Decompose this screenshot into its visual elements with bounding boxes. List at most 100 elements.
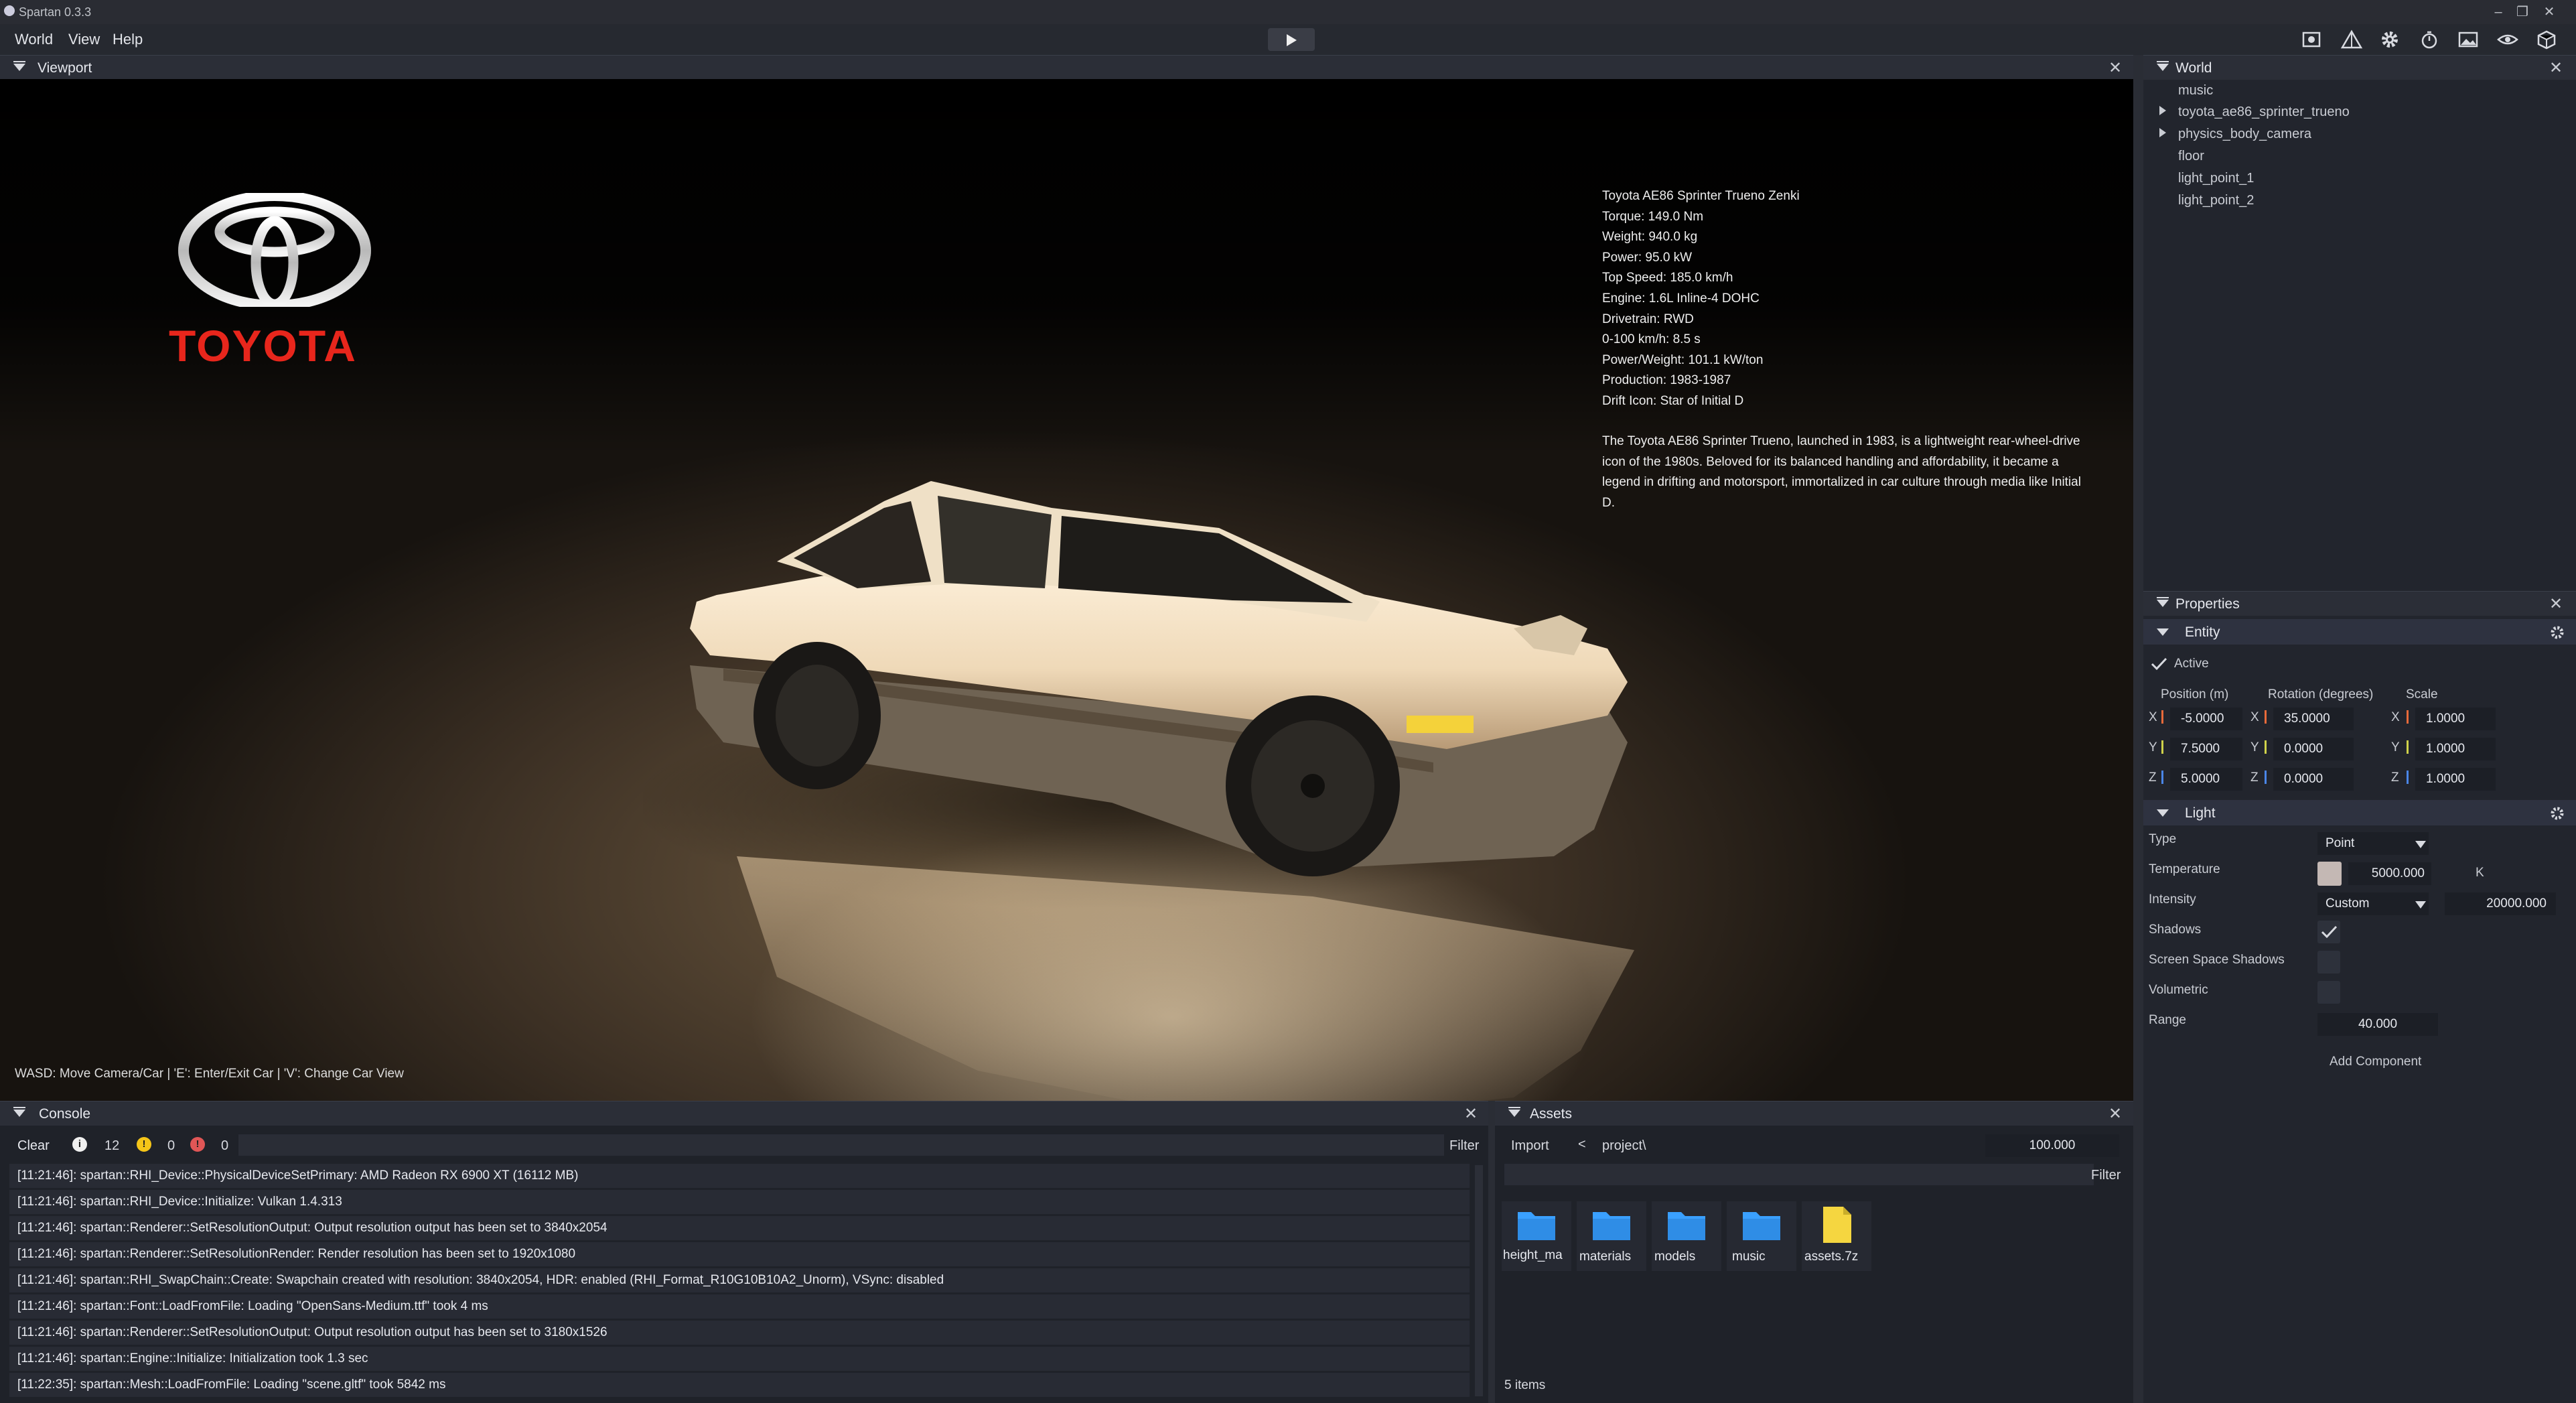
console-line[interactable]: [11:21:46]: spartan::Engine::Initialize:… bbox=[9, 1347, 1470, 1371]
warning-icon[interactable]: ! bbox=[137, 1137, 151, 1152]
tree-item-light-2[interactable]: light_point_2 bbox=[2178, 193, 2254, 208]
spec-line: Weight: 940.0 kg bbox=[1602, 230, 1698, 245]
expand-arrow-icon[interactable] bbox=[2159, 106, 2166, 115]
cube-icon[interactable] bbox=[2535, 29, 2558, 50]
temperature-input[interactable]: 5000.000 bbox=[2348, 862, 2431, 885]
asset-item[interactable]: models bbox=[1652, 1201, 1721, 1271]
close-icon[interactable]: ✕ bbox=[1464, 1104, 1478, 1124]
rotation-z-input[interactable]: 0.0000 bbox=[2273, 768, 2354, 791]
clear-button[interactable]: Clear bbox=[17, 1138, 50, 1154]
intensity-input[interactable]: 20000.000 bbox=[2445, 892, 2556, 915]
car-specs: Toyota AE86 Sprinter Trueno Zenki Torque… bbox=[1602, 186, 1800, 412]
splitter[interactable] bbox=[1488, 1101, 1495, 1403]
scale-z-input[interactable]: 1.0000 bbox=[2415, 768, 2496, 791]
light-type-select[interactable]: Point bbox=[2317, 832, 2429, 855]
scale-y-input[interactable]: 1.0000 bbox=[2415, 738, 2496, 760]
back-button[interactable]: < bbox=[1578, 1137, 1586, 1152]
range-label: Range bbox=[2149, 1013, 2186, 1027]
position-y-input[interactable]: 7.5000 bbox=[2170, 738, 2242, 760]
play-button[interactable] bbox=[1268, 28, 1315, 51]
gear-icon[interactable] bbox=[2549, 805, 2565, 821]
console-line[interactable]: [11:21:46]: spartan::Renderer::SetResolu… bbox=[9, 1216, 1470, 1240]
position-x-input[interactable]: -5.0000 bbox=[2170, 708, 2242, 730]
menu-world[interactable]: World bbox=[15, 31, 53, 48]
shadows-label: Shadows bbox=[2149, 923, 2202, 937]
temperature-color-swatch[interactable] bbox=[2317, 862, 2342, 886]
gear-icon[interactable] bbox=[2549, 624, 2565, 641]
close-icon[interactable]: ✕ bbox=[2108, 1104, 2122, 1124]
scale-x-input[interactable]: 1.0000 bbox=[2415, 708, 2496, 730]
properties-header: Properties ✕ bbox=[2143, 591, 2576, 616]
assets-filter-input[interactable] bbox=[1504, 1164, 2094, 1185]
asset-item[interactable]: assets.7z bbox=[1802, 1201, 1871, 1271]
splitter[interactable] bbox=[2133, 55, 2143, 1403]
spec-line: Production: 1983-1987 bbox=[1602, 373, 1731, 388]
entity-title: Entity bbox=[2185, 624, 2220, 640]
axis-z-label: Z bbox=[2391, 771, 2399, 785]
error-icon[interactable]: ! bbox=[190, 1137, 205, 1152]
screenshot-icon[interactable] bbox=[2300, 29, 2323, 50]
asset-path[interactable]: project\ bbox=[1602, 1138, 1646, 1154]
rotation-x-input[interactable]: 35.0000 bbox=[2273, 708, 2354, 730]
console-line[interactable]: [11:21:46]: spartan::RHI_Device::Physica… bbox=[9, 1164, 1470, 1188]
entity-section-header[interactable]: Entity bbox=[2143, 619, 2576, 645]
ss-shadows-checkbox[interactable] bbox=[2317, 951, 2340, 974]
gear-icon[interactable] bbox=[2378, 29, 2401, 50]
console-line[interactable]: [11:21:46]: spartan::Renderer::SetResolu… bbox=[9, 1242, 1470, 1266]
axis-z-label: Z bbox=[2149, 771, 2157, 785]
console-line[interactable]: [11:21:46]: spartan::RHI_Device::Initial… bbox=[9, 1190, 1470, 1214]
close-icon[interactable]: ✕ bbox=[2549, 594, 2563, 614]
tree-item-car[interactable]: toyota_ae86_sprinter_trueno bbox=[2178, 105, 2350, 120]
rotation-y-input[interactable]: 0.0000 bbox=[2273, 738, 2354, 760]
info-icon[interactable]: i bbox=[72, 1137, 87, 1152]
viewport-canvas[interactable]: TOYOTA Toyota AE86 Sprinter Trueno Zenki… bbox=[0, 79, 2133, 1101]
console-line[interactable]: [11:21:46]: spartan::RHI_SwapChain::Crea… bbox=[9, 1268, 1470, 1292]
folder-icon bbox=[1518, 1212, 1555, 1240]
asset-item[interactable]: height_ma bbox=[1502, 1201, 1571, 1271]
intensity-preset-select[interactable]: Custom bbox=[2317, 892, 2429, 915]
console-line[interactable]: [11:21:46]: spartan::Font::LoadFromFile:… bbox=[9, 1294, 1470, 1319]
eye-icon[interactable] bbox=[2496, 29, 2519, 50]
import-button[interactable]: Import bbox=[1511, 1138, 1549, 1154]
checkmark-icon[interactable] bbox=[2149, 654, 2169, 674]
asset-item[interactable]: materials bbox=[1577, 1201, 1646, 1271]
zoom-input[interactable]: 100.000 bbox=[1985, 1134, 2119, 1157]
position-z-input[interactable]: 5.0000 bbox=[2170, 768, 2242, 791]
collapse-icon bbox=[2157, 628, 2169, 636]
collapse-icon[interactable] bbox=[13, 1107, 25, 1117]
tree-item-music[interactable]: music bbox=[2178, 83, 2213, 98]
prism-icon[interactable] bbox=[2340, 29, 2363, 50]
console-line[interactable]: [11:22:35]: spartan::Mesh::LoadFromFile:… bbox=[9, 1373, 1470, 1397]
collapse-icon[interactable] bbox=[2157, 61, 2169, 71]
light-section-header[interactable]: Light bbox=[2143, 800, 2576, 825]
car-description: The Toyota AE86 Sprinter Trueno, launche… bbox=[1602, 434, 2081, 510]
checkmark-icon bbox=[2321, 925, 2338, 939]
collapse-icon[interactable] bbox=[1508, 1107, 1520, 1117]
range-input[interactable]: 40.000 bbox=[2317, 1013, 2438, 1036]
close-icon[interactable]: ✕ bbox=[2549, 58, 2563, 78]
collapse-icon[interactable] bbox=[2157, 597, 2169, 607]
console-filter-input[interactable] bbox=[238, 1134, 1444, 1156]
tree-item-camera[interactable]: physics_body_camera bbox=[2178, 127, 2311, 142]
intensity-preset-value: Custom bbox=[2325, 896, 2370, 911]
spec-line: Drift Icon: Star of Initial D bbox=[1602, 393, 1744, 408]
close-window-button[interactable]: ✕ bbox=[2529, 3, 2569, 21]
image-icon[interactable] bbox=[2457, 29, 2480, 50]
tree-item-floor[interactable]: floor bbox=[2178, 149, 2204, 164]
close-icon[interactable]: ✕ bbox=[2108, 58, 2122, 78]
tree-item-light-1[interactable]: light_point_1 bbox=[2178, 171, 2254, 186]
console-line[interactable]: [11:21:46]: spartan::Renderer::SetResolu… bbox=[9, 1321, 1470, 1345]
controls-hint: WASD: Move Camera/Car | 'E': Enter/Exit … bbox=[15, 1067, 404, 1081]
collapse-icon[interactable] bbox=[13, 61, 25, 71]
menu-view[interactable]: View bbox=[68, 31, 100, 48]
car-render bbox=[643, 481, 1634, 1101]
console-scrollbar[interactable] bbox=[1475, 1165, 1483, 1396]
expand-arrow-icon[interactable] bbox=[2159, 128, 2166, 137]
volumetric-checkbox[interactable] bbox=[2317, 981, 2340, 1004]
menu-help[interactable]: Help bbox=[113, 31, 143, 48]
timer-icon[interactable] bbox=[2418, 29, 2441, 50]
asset-item[interactable]: music bbox=[1727, 1201, 1796, 1271]
add-component-button[interactable]: Add Component bbox=[2330, 1055, 2421, 1069]
shadows-checkbox[interactable] bbox=[2317, 921, 2340, 943]
ss-shadows-label: Screen Space Shadows bbox=[2149, 953, 2285, 967]
